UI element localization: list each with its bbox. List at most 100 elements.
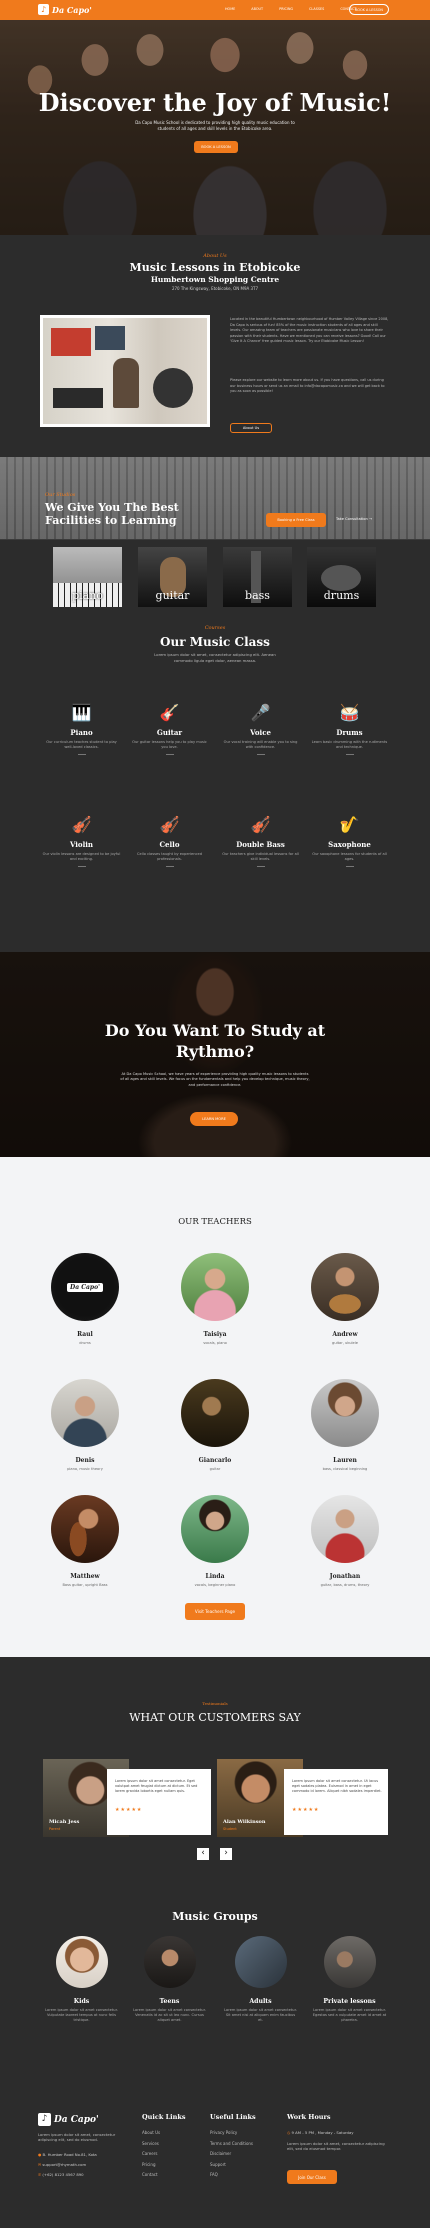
nav-item-about[interactable]: ABOUT — [251, 7, 263, 11]
hero-book-button[interactable]: BOOK A LESSON — [194, 141, 238, 153]
footer-phone[interactable]: ✆ (+62) 8123 4567 890 — [38, 2172, 84, 2177]
teacher-name: Jonathan — [329, 1573, 361, 1580]
nav-item-pricing[interactable]: PRICING — [279, 7, 293, 11]
testimonials-section: Testimonials WHAT OUR CUSTOMERS SAY Mica… — [0, 1657, 430, 1910]
double-bass-icon: 🎻 — [250, 815, 271, 834]
footer-link-careers[interactable]: Careers — [142, 2151, 186, 2156]
nav-item-classes[interactable]: CLASSES — [309, 7, 324, 11]
footer-link-about[interactable]: About Us — [142, 2130, 186, 2135]
teacher-name: Matthew — [70, 1573, 100, 1580]
about-us-button[interactable]: About Us — [230, 423, 272, 433]
teacher-photo — [311, 1253, 379, 1321]
testimonial-text: Lorem ipsum dolor sit amet consectetur. … — [292, 1779, 382, 1793]
carousel-next-button[interactable]: › — [220, 1848, 232, 1860]
drum-icon: 🥁 — [339, 703, 360, 722]
teacher-role: vocals, piano — [203, 1341, 227, 1345]
lessons-subtitle: Humbertown Shopping Centre — [150, 275, 280, 284]
hero-title: Discover the Joy of Music! — [38, 88, 392, 117]
footer-useful-title: Useful Links — [210, 2113, 256, 2121]
music-class-title: Our Music Class — [160, 635, 270, 649]
teacher-name: Lauren — [333, 1457, 357, 1464]
class-title: Drums — [336, 728, 363, 737]
teacher-role: piano, music theory — [67, 1467, 103, 1471]
arrow-right-icon: → — [368, 517, 372, 521]
footer-logo[interactable]: ♪ Da Capo' — [38, 2113, 99, 2126]
teacher-card-andrew[interactable]: Andrew guitar, ukulele — [275, 1253, 415, 1345]
footer-hours-title: Work Hours — [287, 2113, 331, 2121]
divider — [345, 754, 354, 755]
learn-more-button[interactable]: LEARN MORE — [190, 1112, 238, 1126]
lessons-address: 270 The Kingsway, Etobicoke, ON M9A 3T7 — [171, 286, 259, 291]
divider — [77, 866, 86, 867]
book-lesson-nav-button[interactable]: BOOK A LESSON — [349, 4, 389, 15]
facilities-title: We Give You The Best Facilities to Learn… — [45, 501, 179, 527]
facility-card-bass[interactable]: bass — [223, 547, 292, 607]
footer-link-terms[interactable]: Terms and Conditions — [210, 2141, 256, 2146]
group-desc: Lorem ipsum dolor sit amet consectetur. … — [312, 2008, 387, 2022]
teacher-role: drums — [79, 1341, 91, 1345]
testimonials-kicker: Testimonials — [202, 1701, 228, 1706]
class-title: Saxophone — [328, 840, 371, 849]
location-pin-icon: ● — [38, 2152, 42, 2157]
visit-teachers-button[interactable]: Visit Teachers Page — [185, 1603, 245, 1620]
teacher-photo — [311, 1379, 379, 1447]
footer-address: ● B. Humber Road No.81, Kota — [38, 2152, 97, 2157]
footer-useful-links: Useful Links Privacy Policy Terms and Co… — [210, 2113, 256, 2183]
logo-mark-icon: ♪ — [38, 4, 49, 15]
teacher-card-taisiya[interactable]: Taisiya vocals, piano — [145, 1253, 285, 1345]
testimonial-role: Student — [223, 1827, 237, 1831]
teacher-card-linda[interactable]: Linda vocals, beginner piano — [145, 1495, 285, 1587]
teacher-card-jonathan[interactable]: Jonathan guitar, bass, drums, theory — [275, 1495, 415, 1587]
footer-link-pricing[interactable]: Pricing — [142, 2162, 186, 2167]
testimonial-name: Alan Wilkinson — [223, 1819, 266, 1825]
footer-link-privacy[interactable]: Privacy Policy — [210, 2130, 256, 2135]
footer-link-disclaimer[interactable]: Disclaimer — [210, 2151, 256, 2156]
teacher-card-giancarlo[interactable]: Giancarlo guitar — [145, 1379, 285, 1471]
groups-section: Music Groups Kids Lorem ipsum dolor sit … — [0, 1910, 430, 2070]
divider — [345, 866, 354, 867]
divider — [256, 754, 265, 755]
book-free-class-button[interactable]: Booking a Free Class — [266, 513, 326, 527]
facility-card-label: bass — [245, 589, 270, 602]
facility-card-piano[interactable]: piano — [53, 547, 122, 607]
rating-stars-icon: ★★★★★ — [292, 1807, 320, 1813]
carousel-prev-button[interactable]: ‹ — [197, 1848, 209, 1860]
take-consultation-link[interactable]: Take Consultation → — [336, 517, 372, 521]
footer-link-contact[interactable]: Contact — [142, 2172, 186, 2177]
footer-logo-text: Da Capo' — [54, 2114, 99, 2125]
teacher-role: bass, classical beginning — [322, 1467, 368, 1471]
teacher-card-raul[interactable]: Da Capo' Raul drums — [15, 1253, 155, 1345]
dacapo-logo-icon: Da Capo' — [67, 1282, 103, 1292]
music-class-kicker: Courses — [204, 625, 226, 631]
footer-work-hours: Work Hours ◷ 9 AM - 5 PM , Monday - Satu… — [287, 2113, 387, 2152]
guitar-icon: 🎸 — [159, 703, 180, 722]
footer-link-faq[interactable]: FAQ — [210, 2172, 256, 2177]
teacher-name: Giancarlo — [198, 1457, 232, 1464]
group-private-lessons[interactable]: Private lessons Lorem ipsum dolor sit am… — [296, 1936, 403, 2023]
footer-email[interactable]: ✉ support@rhymath.com — [38, 2162, 86, 2167]
facility-card-drums[interactable]: drums — [307, 547, 376, 607]
footer-quick-links: Quick Links About Us Services Careers Pr… — [142, 2113, 186, 2183]
lessons-paragraph-2: Please explore our website to learn more… — [230, 378, 385, 394]
teacher-card-matthew[interactable]: Matthew Bass guitar, upright Bass — [15, 1495, 155, 1587]
study-desc: At Da Capo Music School, we have years o… — [120, 1072, 310, 1087]
footer-link-services[interactable]: Services — [142, 2141, 186, 2146]
nav-item-home[interactable]: HOME — [225, 7, 235, 11]
microphone-icon: 🎤 — [250, 703, 271, 722]
mail-icon: ✉ — [38, 2162, 42, 2167]
footer-link-support[interactable]: Support — [210, 2162, 256, 2167]
footer-address-text: B. Humber Road No.81, Kota — [42, 2152, 97, 2157]
teacher-card-lauren[interactable]: Lauren bass, classical beginning — [275, 1379, 415, 1471]
facility-card-guitar[interactable]: guitar — [138, 547, 207, 607]
teacher-role: Bass guitar, upright Bass — [62, 1583, 108, 1587]
teacher-role: guitar, ukulele — [332, 1341, 358, 1345]
class-drums[interactable]: 🥁 Drums Learn basic drumming with the ru… — [296, 702, 403, 755]
join-class-button[interactable]: Join Our Class — [287, 2170, 337, 2184]
class-saxophone[interactable]: 🎷 Saxophone Our saxophone lessons for st… — [296, 814, 403, 867]
teacher-card-denis[interactable]: Denis piano, music theory — [15, 1379, 155, 1471]
footer-about: Lorem ipsum dolor sit amet, consectetur … — [38, 2132, 116, 2143]
facility-card-label: drums — [323, 589, 360, 602]
logo[interactable]: ♪ Da Capo' — [38, 4, 92, 15]
divider — [256, 866, 265, 867]
testimonial-card-2: Lorem ipsum dolor sit amet consectetur. … — [284, 1769, 388, 1835]
